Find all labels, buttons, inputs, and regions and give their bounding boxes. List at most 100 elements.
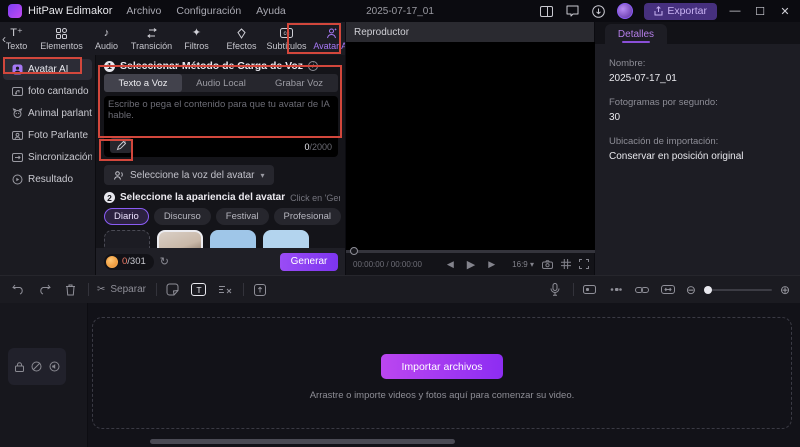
user-avatar[interactable]: [617, 3, 634, 19]
ribbon-tab-elementos[interactable]: Elementos: [39, 27, 84, 51]
fit-timeline-icon[interactable]: [660, 282, 676, 298]
export-button[interactable]: Exportar: [644, 2, 717, 20]
voice-select-dropdown[interactable]: Seleccione la voz del avatar ▾: [104, 165, 274, 185]
download-icon[interactable]: [591, 4, 606, 19]
feedback-icon[interactable]: [565, 4, 580, 19]
drop-hint-text: Arrastre o importe videos y fotos aquí p…: [309, 390, 575, 401]
redo-icon[interactable]: [36, 282, 52, 298]
snapshot-icon[interactable]: [542, 259, 553, 269]
sidebar-item-animal-parlante[interactable]: Animal parlante: [3, 103, 92, 124]
split-button[interactable]: ✂ Separar: [97, 284, 146, 295]
player-header: Reproductor: [346, 22, 594, 42]
category-discurso[interactable]: Discurso: [153, 208, 211, 225]
mask-icon[interactable]: [582, 282, 598, 298]
close-button[interactable]: ✕: [778, 5, 792, 18]
avatar-ai-icon: [11, 64, 23, 76]
generate-button[interactable]: Generar: [280, 252, 338, 271]
step2-header: 2 Seleccione la apariencia del avatar Cl…: [104, 192, 340, 203]
tab-audio-local[interactable]: Audio Local: [182, 74, 260, 92]
refresh-credits-icon[interactable]: ↻: [160, 255, 169, 268]
ribbon-tab-texto[interactable]: T⁺ Texto: [0, 27, 39, 51]
tab-texto-a-voz[interactable]: Texto a Voz: [104, 74, 182, 92]
talking-photo-icon: [11, 130, 23, 142]
ribbon-tab-transicion[interactable]: Transición: [129, 27, 174, 51]
field-ubicacion: Ubicación de importación: Conservar en p…: [609, 136, 744, 162]
ribbon-tab-filtros[interactable]: ✦ Filtros: [174, 27, 219, 51]
hide-track-icon[interactable]: [31, 361, 42, 372]
result-icon: [11, 174, 23, 186]
minimize-button[interactable]: —: [728, 5, 742, 17]
avatar-ai-icon: [326, 27, 338, 40]
sidebar-item-foto-cantando[interactable]: foto cantando: [3, 81, 92, 102]
play-icon[interactable]: ▶: [467, 258, 475, 271]
menu-archivo[interactable]: Archivo: [126, 5, 161, 17]
ribbon-tab-audio[interactable]: ♪ Audio: [84, 27, 129, 51]
delete-icon[interactable]: [62, 282, 78, 298]
talking-animal-icon: [11, 108, 23, 120]
tts-text-input[interactable]: [108, 99, 334, 133]
voice-method-tabs: Texto a Voz Audio Local Grabar Voz: [104, 74, 338, 92]
voice-person-icon: [114, 170, 123, 180]
coin-icon: [106, 255, 118, 268]
media-drop-zone[interactable]: Importar archivos Arrastre o importe vid…: [92, 317, 792, 429]
player-controls: 00:00:00 / 00:00:00 ◀ ▶ ▶ 16:9 ▾: [346, 253, 596, 275]
timeline-zoom-slider[interactable]: [703, 285, 772, 294]
step2-number: 2: [104, 192, 115, 203]
maximize-button[interactable]: ☐: [753, 5, 767, 18]
category-festival[interactable]: Festival: [215, 208, 269, 225]
import-files-button[interactable]: Importar archivos: [381, 354, 503, 379]
add-text-icon[interactable]: T: [191, 282, 207, 298]
zoom-out-icon[interactable]: ⊖: [686, 283, 696, 297]
filters-icon: ✦: [191, 26, 202, 39]
menu-ayuda[interactable]: Ayuda: [256, 5, 286, 17]
grid-icon[interactable]: [561, 259, 571, 269]
next-frame-icon[interactable]: ▶: [488, 259, 495, 270]
export-clip-icon[interactable]: [252, 282, 268, 298]
sidebar-item-avatar-ai[interactable]: Avatar AI: [3, 59, 92, 80]
sidebar-item-sincronizacion[interactable]: Sincronización...: [3, 147, 92, 168]
player-panel: Reproductor 00:00:00 / 00:00:00 ◀ ▶ ▶ 16…: [345, 22, 596, 275]
aspect-ratio-select[interactable]: 16:9 ▾: [512, 260, 534, 269]
info-icon[interactable]: i: [308, 61, 319, 71]
app-logo-icon: [8, 4, 22, 18]
voiceover-mic-icon[interactable]: [547, 282, 563, 298]
prev-frame-icon[interactable]: ◀: [447, 259, 454, 270]
transition-icon: [146, 27, 158, 40]
category-diario[interactable]: Diario: [104, 208, 149, 225]
undo-icon[interactable]: [10, 282, 26, 298]
ribbon-tab-avatar-ai[interactable]: Avatar AI: [309, 27, 345, 51]
menu-configuracion[interactable]: Configuración: [176, 5, 241, 17]
fullscreen-icon[interactable]: [579, 259, 589, 269]
singing-photo-icon: [11, 86, 23, 98]
field-fps: Fotogramas por segundo: 30: [609, 97, 718, 123]
sidebar-item-resultado[interactable]: Resultado: [3, 169, 92, 190]
link-clips-icon[interactable]: [634, 282, 650, 298]
mute-track-icon[interactable]: [49, 361, 60, 372]
char-counter: 0/2000: [304, 142, 332, 152]
text-icon: T⁺: [10, 26, 23, 39]
title-bar: HitPaw Edimakor Archivo Configuración Ay…: [0, 0, 800, 22]
ribbon-tab-subtitulos[interactable]: cc Subtítulos: [264, 27, 309, 51]
layout-panels-icon[interactable]: [539, 4, 554, 19]
timeline-horizontal-scrollbar[interactable]: [150, 439, 455, 444]
tab-grabar-voz[interactable]: Grabar Voz: [260, 74, 338, 92]
generate-bar: 0/301 ↻ Generar: [96, 248, 346, 275]
zoom-in-icon[interactable]: ⊕: [780, 283, 790, 297]
keyframe-icon[interactable]: [608, 282, 624, 298]
ribbon-tab-efectos[interactable]: Efectos: [219, 27, 264, 51]
ai-rewrite-icon[interactable]: [110, 138, 132, 153]
export-icon: [654, 6, 663, 16]
timeline-area: Importar archivos Arrastre o importe vid…: [0, 303, 800, 447]
sticker-icon[interactable]: [165, 282, 181, 298]
remove-subtitle-icon[interactable]: [217, 282, 233, 298]
tab-detalles[interactable]: Detalles: [605, 24, 667, 44]
audio-icon: ♪: [103, 26, 110, 39]
sidebar-item-foto-parlante[interactable]: Foto Parlante: [3, 125, 92, 146]
zoom-slider-knob[interactable]: [703, 285, 712, 294]
track-controls: [8, 348, 66, 385]
lock-track-icon[interactable]: [14, 361, 24, 372]
tts-text-box: 0/2000: [104, 96, 338, 157]
timeline-toolbar: ✂ Separar T ⊖ ⊕: [0, 275, 800, 303]
category-profesional[interactable]: Profesional: [273, 208, 342, 225]
track-header: [0, 303, 88, 447]
